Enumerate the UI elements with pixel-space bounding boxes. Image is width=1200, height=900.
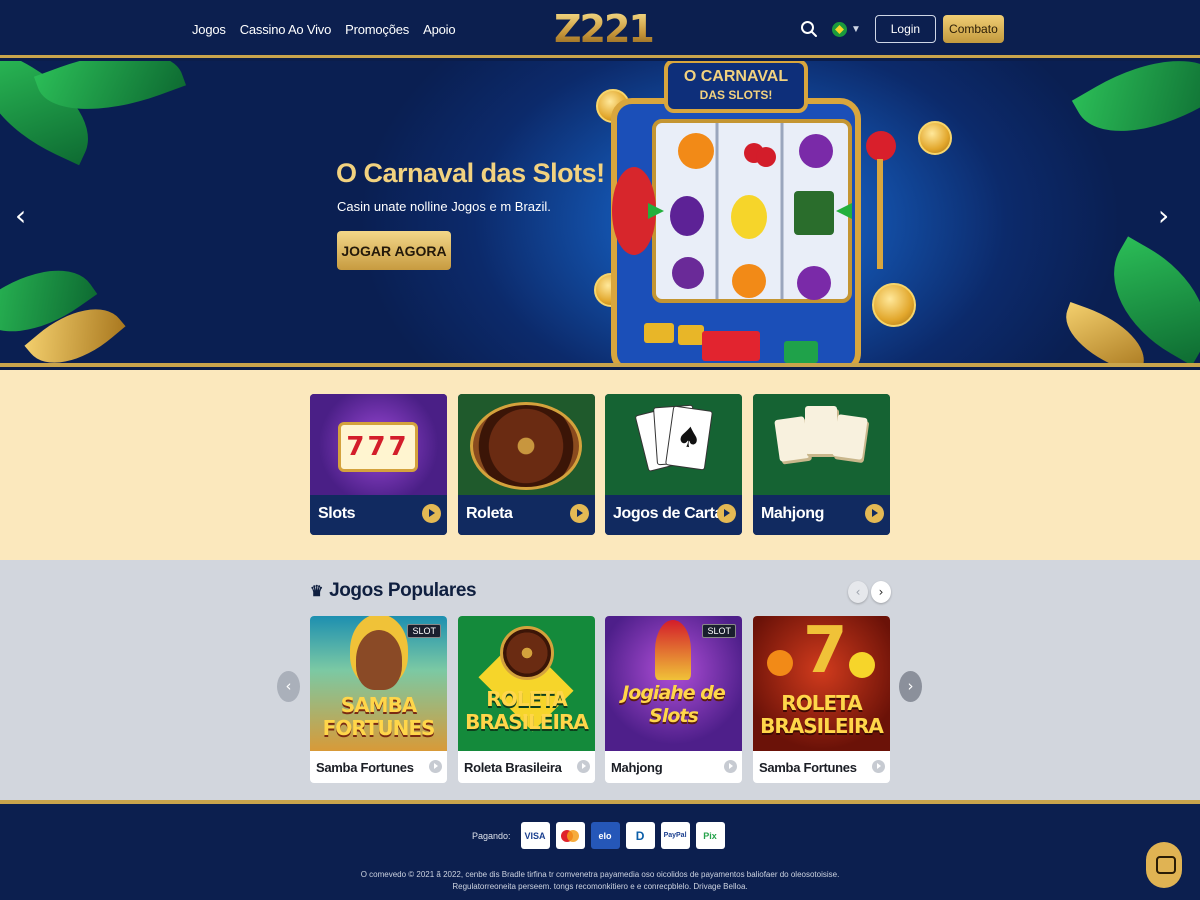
category-label: Jogos de Cartas — [613, 505, 732, 522]
hero-title: O Carnaval das Slots! — [336, 158, 605, 188]
cards-art: ♠ — [605, 394, 742, 495]
site-footer: Pagando: VISA elo D PayPal Pix O comeved… — [0, 800, 1200, 900]
chevron-down-icon[interactable]: ▼ — [851, 24, 861, 35]
fruit-icon — [849, 652, 875, 678]
game-art-title: Jogiahe de Slots — [622, 682, 726, 727]
game-label: Mahjong — [611, 760, 663, 775]
nav-cassino-ao-vivo[interactable]: Cassino Ao Vivo — [240, 22, 332, 37]
game-label: Roleta Brasileira — [464, 760, 562, 775]
legal-text-line1: O comevedo © 2021 ã 2022, cenbe dis Brad… — [360, 870, 840, 879]
spade-card-icon: ♠ — [665, 405, 713, 471]
slots-art: 777 — [310, 394, 447, 495]
slot-badge: SLOT — [702, 624, 736, 638]
chat-support-button[interactable] — [1146, 842, 1182, 888]
nav-jogos[interactable]: Jogos — [192, 22, 226, 37]
play-now-button[interactable]: JOGAR AGORA — [337, 231, 451, 270]
category-card-cartas[interactable]: ♠ Jogos de Cartas — [605, 394, 742, 535]
game-label: Samba Fortunes — [759, 760, 857, 775]
hero-subtitle: Casin unate nolline Jogos e m Brazil. — [337, 199, 551, 214]
palm-leaf-decoration — [1071, 61, 1200, 162]
svg-text:DAS SLOTS!: DAS SLOTS! — [700, 88, 773, 102]
play-icon[interactable] — [717, 504, 736, 523]
category-label: Roleta — [466, 505, 513, 522]
visa-icon: VISA — [520, 822, 550, 849]
play-icon[interactable] — [724, 760, 737, 773]
payment-methods: Pagando: VISA elo D PayPal Pix — [472, 822, 725, 849]
category-card-mahjong[interactable]: Mahjong — [753, 394, 890, 535]
carousel-right-arrow[interactable]: › — [899, 671, 922, 702]
roleta-brasileira-fruits-art: 7 ROLETA BRASILEIRA — [753, 616, 890, 751]
play-icon[interactable] — [429, 760, 442, 773]
fruit-icon — [767, 650, 793, 676]
mahjong-tile-icon — [805, 406, 837, 454]
main-nav: Jogos Cassino Ao Vivo Promoções Apoio — [192, 0, 456, 58]
game-art-title: ROLETA BRASILEIRA — [465, 687, 589, 734]
game-card[interactable]: SAMBA FORTUNES SLOT Samba Fortunes — [310, 616, 447, 783]
seven-seven-seven-icon: 777 — [338, 422, 418, 472]
gold-coin-decoration — [918, 121, 952, 155]
register-button[interactable]: Combato — [942, 15, 1004, 43]
game-card[interactable]: Jogiahe de Slots SLOT Mahjong — [605, 616, 742, 783]
roulette-wheel-icon — [500, 626, 554, 680]
dancer-illustration — [356, 630, 402, 690]
roulette-wheel-icon — [470, 402, 582, 490]
login-button[interactable]: Login — [874, 15, 936, 43]
carousel-prev-button[interactable]: ‹ — [848, 581, 868, 603]
popular-title: Jogos Populares — [329, 580, 477, 601]
seven-icon: 7 — [803, 616, 848, 688]
popular-games-section: ♛ Jogos Populares ‹ › ‹ › SAMBA FORTUNES… — [0, 560, 1200, 800]
hero-next-arrow[interactable]: › — [1158, 199, 1169, 232]
nav-apoio[interactable]: Apoio — [423, 22, 455, 37]
category-label: Mahjong — [761, 505, 824, 522]
legal-text-line2: Regulatorreoneita perseem. tongs recomon… — [452, 882, 748, 891]
slot-lever-illustration — [864, 131, 896, 331]
pix-icon: Pix — [695, 822, 725, 849]
diners-icon: D — [625, 822, 655, 849]
hero-prev-arrow[interactable]: ‹ — [15, 199, 26, 232]
elo-icon: elo — [590, 822, 620, 849]
game-label: Samba Fortunes — [316, 760, 414, 775]
play-icon[interactable] — [577, 760, 590, 773]
payment-label: Pagando: — [472, 830, 511, 841]
nav-promocoes[interactable]: Promoções — [345, 22, 409, 37]
paypal-icon: PayPal — [660, 822, 690, 849]
mastercard-icon — [555, 822, 585, 849]
hero-banner: ‹ › O Carnaval das Slots! Casin unate no… — [0, 61, 1200, 367]
popular-heading: ♛ Jogos Populares — [310, 580, 477, 602]
mahjong-art — [753, 394, 890, 495]
category-label: Slots — [318, 505, 356, 522]
header-actions: ▼ Login Combato — [800, 14, 1004, 44]
site-logo[interactable]: Z221 — [554, 10, 655, 48]
categories-section: 777 Slots Roleta ♠ Jogos de Cartas Mahjo… — [0, 370, 1200, 560]
game-art-title: ROLETA BRASILEIRA — [760, 691, 884, 738]
roulette-art — [458, 394, 595, 495]
carousel-left-arrow[interactable]: ‹ — [277, 671, 300, 702]
game-art-title: SAMBA FORTUNES — [322, 693, 436, 740]
slot-machine-illustration: O CARNAVAL DAS SLOTS! — [611, 61, 861, 363]
slot-badge: SLOT — [407, 624, 441, 638]
feather-decoration — [655, 620, 691, 680]
play-icon[interactable] — [422, 504, 441, 523]
brazil-flag-icon[interactable] — [832, 21, 847, 37]
jogiahe-de-slots-art: Jogiahe de Slots SLOT — [605, 616, 742, 751]
samba-fortunes-art: SAMBA FORTUNES SLOT — [310, 616, 447, 751]
game-card[interactable]: 7 ROLETA BRASILEIRA Samba Fortunes — [753, 616, 890, 783]
svg-text:O CARNAVAL: O CARNAVAL — [684, 68, 789, 85]
search-icon[interactable] — [800, 20, 818, 38]
category-card-roleta[interactable]: Roleta — [458, 394, 595, 535]
site-header: Jogos Cassino Ao Vivo Promoções Apoio Z2… — [0, 0, 1200, 58]
crown-icon: ♛ — [310, 583, 324, 600]
category-card-slots[interactable]: 777 Slots — [310, 394, 447, 535]
game-card[interactable]: ROLETA BRASILEIRA Roleta Brasileira — [458, 616, 595, 783]
play-icon[interactable] — [865, 504, 884, 523]
roleta-brasileira-art: ROLETA BRASILEIRA — [458, 616, 595, 751]
carousel-next-button[interactable]: › — [871, 581, 891, 603]
play-icon[interactable] — [872, 760, 885, 773]
play-icon[interactable] — [570, 504, 589, 523]
mahjong-tile-icon — [832, 414, 868, 460]
